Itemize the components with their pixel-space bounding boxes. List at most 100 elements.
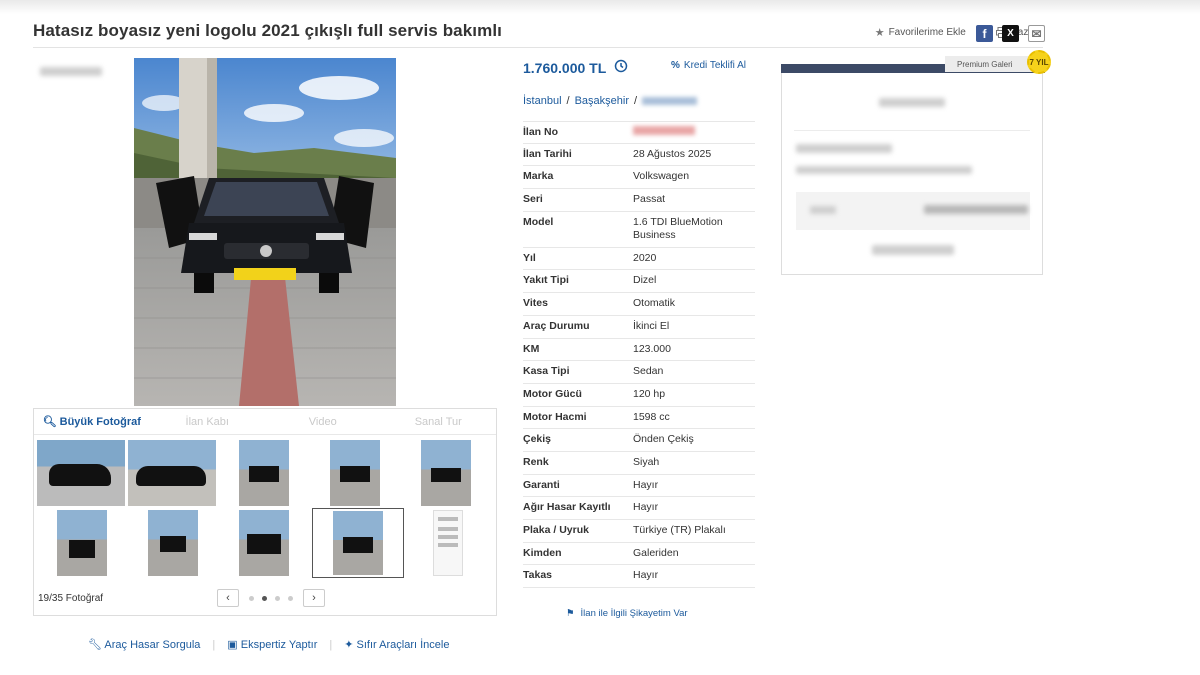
gallery-pager: ‹ › [217, 589, 325, 607]
spec-key: İlan No [523, 126, 559, 138]
spec-value: Türkiye (TR) Plakalı [633, 524, 726, 536]
spec-key: Motor Gücü [523, 387, 582, 400]
thumbnail[interactable] [37, 440, 125, 506]
divider [794, 130, 1030, 131]
spec-row: Plaka / Uyruk Türkiye (TR) Plakalı [523, 520, 755, 543]
spec-value: Volkswagen [633, 170, 690, 183]
spec-row: Ağır Hasar Kayıtlı Hayır [523, 497, 755, 520]
separator: | [329, 638, 333, 651]
thumbnail[interactable] [57, 510, 107, 576]
pager-dot[interactable] [249, 595, 254, 601]
spec-value: 2020 [633, 251, 657, 264]
spec-row: Seri Passat [523, 189, 755, 212]
spec-row: Motor Hacmi 1598 cc [523, 407, 755, 430]
car-photo-image [134, 58, 396, 406]
location-district[interactable]: Başakşehir [575, 95, 629, 107]
spec-value: 1598 cc [633, 410, 670, 423]
thumbnail[interactable] [239, 440, 289, 506]
favorite-button[interactable]: ★ Favorilerime Ekle [875, 26, 966, 39]
sifir-label: Sıfır Araçları İncele [356, 639, 450, 651]
ekspertiz-link[interactable]: ▣ Ekspertiz Yaptır [227, 638, 317, 651]
spec-value: Sedan [633, 365, 664, 378]
prev-button[interactable]: ‹ [217, 589, 239, 607]
phone-number-blurred [924, 205, 1028, 214]
message-button-blurred[interactable] [872, 245, 954, 255]
spec-row: KM 123.000 [523, 339, 755, 362]
spec-row: İlan No [523, 121, 755, 144]
spec-key: Motor Hacmi [523, 410, 587, 423]
kredi-label: Kredi Teklifi Al [683, 60, 746, 71]
spec-key: Marka [523, 170, 554, 183]
thumbnail[interactable] [128, 440, 216, 506]
spec-row: Araç Durumu İkinci El [523, 316, 755, 339]
complaint-link[interactable]: ⚑ İlan ile İlgili Şikayetim Var [566, 608, 688, 619]
spec-key: Plaka / Uyruk [523, 524, 589, 536]
spec-value: 120 hp [633, 387, 666, 400]
spec-value: Passat [633, 193, 666, 206]
location-city[interactable]: İstanbul [523, 95, 562, 107]
tab-video[interactable]: Video [265, 416, 381, 428]
spec-key: KM [523, 342, 540, 355]
spec-row: Kasa Tipi Sedan [523, 361, 755, 384]
spec-value: İkinci El [633, 319, 670, 332]
mail-icon[interactable]: ✉ [1028, 25, 1045, 42]
phone-box[interactable] [796, 192, 1030, 230]
thumbnail-selected[interactable] [312, 508, 404, 578]
separator: | [212, 638, 216, 651]
spec-key: Model [523, 215, 554, 228]
tab-buyuk-fotograf[interactable]: 🔍︎ Büyük Fotoğraf [34, 415, 150, 428]
tab-label: İlan Kabı [185, 415, 229, 428]
gallery-tabs: 🔍︎ Büyük Fotoğraf İlan Kabı Video Sanal … [34, 409, 496, 435]
gallery-panel: 🔍︎ Büyük Fotoğraf İlan Kabı Video Sanal … [33, 408, 497, 616]
tab-ilan-kabi[interactable]: İlan Kabı [150, 416, 266, 428]
next-button[interactable]: › [303, 589, 325, 607]
tab-sanal-tur[interactable]: Sanal Tur [381, 416, 497, 428]
kredi-teklifi-link[interactable]: % Kredi Teklifi Al [671, 60, 746, 71]
share-buttons: f X ✉ [976, 25, 1045, 42]
percent-icon: % [671, 60, 680, 71]
x-icon[interactable]: X [1002, 25, 1019, 42]
pager-dot[interactable] [275, 595, 280, 601]
pager-dots [249, 595, 293, 601]
spec-value: Dizel [633, 274, 657, 287]
pager-dot-active[interactable] [262, 595, 267, 601]
spec-row: Garanti Hayır [523, 475, 755, 498]
spec-value[interactable] [633, 126, 755, 139]
thumbnail[interactable] [239, 510, 289, 576]
title-divider [33, 47, 1043, 48]
spec-row: Yıl 2020 [523, 248, 755, 271]
spec-row: Yakıt Tipi Dizel [523, 270, 755, 294]
history-icon[interactable] [614, 59, 628, 76]
phone-label-blurred [810, 206, 836, 214]
thumbnail[interactable] [421, 440, 471, 506]
spec-value: Siyah [633, 455, 660, 468]
separator: / [634, 95, 638, 107]
spec-key: Yakıt Tipi [523, 274, 569, 287]
tab-label: Sanal Tur [414, 415, 462, 428]
search-icon: 🔍︎ [42, 416, 57, 428]
main-photo[interactable] [134, 58, 396, 406]
thumbnail[interactable] [148, 510, 198, 576]
spec-row: Renk Siyah [523, 452, 755, 475]
thumbnail[interactable] [330, 440, 380, 506]
spec-value: Hayır [633, 569, 659, 582]
hasar-sorgula-link[interactable]: 🔧︎ Araç Hasar Sorgula [88, 638, 200, 651]
spec-key: Kimden [523, 546, 562, 559]
spec-value: 123.000 [633, 342, 671, 355]
spec-value: Hayır [633, 478, 659, 491]
photo-counter: 19/35 Fotoğraf [38, 593, 104, 604]
pager-dot[interactable] [288, 595, 293, 601]
top-fade [0, 0, 1200, 14]
thumbnail[interactable] [433, 510, 463, 576]
blurred-breadcrumb [40, 67, 102, 76]
separator: / [566, 95, 570, 107]
facebook-icon[interactable]: f [976, 25, 993, 42]
star-icon: ★ [874, 27, 885, 39]
sifir-araclar-link[interactable]: ✦ Sıfır Araçları İncele [344, 638, 449, 651]
seller-panel: Premium Galeri 7 YIL [781, 50, 1051, 275]
tab-label: Video [308, 415, 337, 428]
location-neighborhood-blurred[interactable] [642, 97, 698, 105]
spec-key: İlan Tarihi [523, 147, 572, 160]
spec-value: 28 Ağustos 2025 [633, 147, 712, 160]
spec-value: Galeriden [633, 546, 679, 559]
